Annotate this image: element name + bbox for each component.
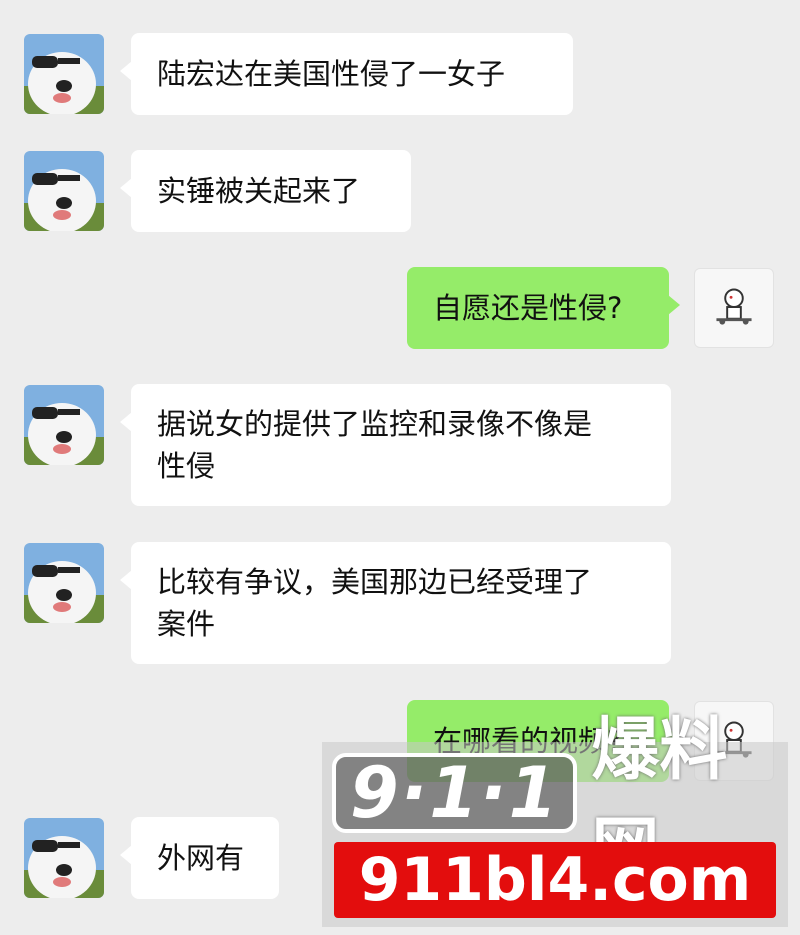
dog-with-sunglasses-icon bbox=[24, 151, 104, 231]
contact-avatar[interactable] bbox=[24, 385, 104, 465]
dog-with-sunglasses-icon bbox=[24, 818, 104, 898]
incoming-message-bubble[interactable]: 据说女的提供了监控和录像不像是 性侵 bbox=[120, 384, 671, 506]
dog-with-sunglasses-icon bbox=[24, 34, 104, 114]
contact-avatar[interactable] bbox=[24, 543, 104, 623]
dog-with-sunglasses-icon bbox=[24, 385, 104, 465]
incoming-message-bubble[interactable]: 实锤被关起来了 bbox=[120, 150, 411, 232]
message-text: 实锤被关起来了 bbox=[157, 174, 361, 208]
watermark-logo: 9·1·1 爆料网 bbox=[332, 711, 788, 889]
cartoon-character-icon bbox=[716, 288, 752, 325]
watermark: 9·1·1 爆料网 911bl4.com bbox=[322, 711, 788, 927]
message-text: 比较有争议，美国那边已经受理了 案件 bbox=[157, 565, 593, 641]
self-avatar[interactable] bbox=[694, 268, 774, 348]
message-text: 自愿还是性侵? bbox=[433, 291, 623, 325]
contact-avatar[interactable] bbox=[24, 151, 104, 231]
watermark-url: 911bl4.com bbox=[334, 842, 776, 918]
incoming-message-bubble[interactable]: 外网有 bbox=[120, 817, 279, 899]
incoming-message-bubble[interactable]: 比较有争议，美国那边已经受理了 案件 bbox=[120, 542, 671, 664]
incoming-message-bubble[interactable]: 陆宏达在美国性侵了一女子 bbox=[120, 33, 573, 115]
dog-with-sunglasses-icon bbox=[24, 543, 104, 623]
message-text: 据说女的提供了监控和录像不像是 性侵 bbox=[157, 407, 593, 483]
contact-avatar[interactable] bbox=[24, 34, 104, 114]
message-text: 陆宏达在美国性侵了一女子 bbox=[157, 57, 506, 91]
watermark-logo-number: 9·1·1 bbox=[332, 753, 578, 833]
outgoing-message-bubble[interactable]: 自愿还是性侵? bbox=[407, 267, 680, 349]
message-text: 外网有 bbox=[157, 841, 245, 875]
contact-avatar[interactable] bbox=[24, 818, 104, 898]
